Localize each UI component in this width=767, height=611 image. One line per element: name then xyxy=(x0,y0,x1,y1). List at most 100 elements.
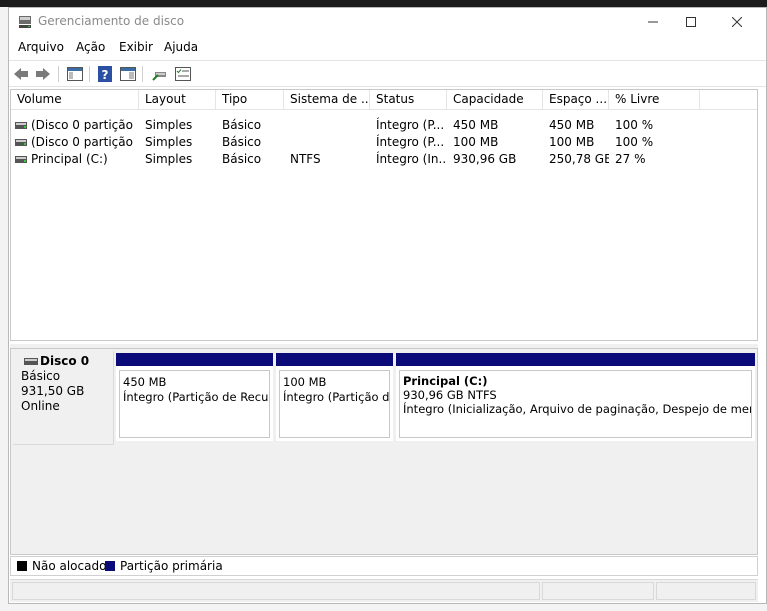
column-status[interactable]: Status xyxy=(370,90,447,109)
cell-capacidade: 450 MB xyxy=(453,118,499,132)
legend-label-unallocated: Não alocado xyxy=(32,559,107,573)
partition-size: 930,96 GB NTFS xyxy=(403,388,497,402)
cell-layout: Simples xyxy=(145,135,193,149)
disk-graphical-view: Disco 0 Básico 931,50 GB Online 450 MB Í… xyxy=(10,348,758,555)
volume-drive-icon xyxy=(15,156,27,163)
volume-row[interactable]: (Disco 0 partição 2) Simples Básico Ínte… xyxy=(11,134,757,151)
volume-row[interactable]: Principal (C:) Simples Básico NTFS Ínteg… xyxy=(11,151,757,168)
menu-acao[interactable]: Ação xyxy=(76,40,105,54)
cell-status: Íntegro (P... xyxy=(376,118,445,132)
cell-livre: 100 % xyxy=(615,135,654,149)
desktop-top-strip xyxy=(0,0,767,7)
properties-view-icon xyxy=(120,67,136,81)
status-bar-pane xyxy=(656,582,756,600)
properties-view-button[interactable] xyxy=(119,65,137,83)
toolbar-separator xyxy=(58,66,59,82)
menu-exibir[interactable]: Exibir xyxy=(119,40,153,54)
column-layout[interactable]: Layout xyxy=(139,90,216,109)
cell-espaco: 250,78 GB xyxy=(549,152,609,166)
disk-management-app-icon xyxy=(19,16,31,28)
console-tree-icon xyxy=(67,67,83,81)
legend-label-primary: Partição primária xyxy=(120,559,223,573)
back-button[interactable] xyxy=(12,65,30,83)
volume-list-header: Volume Layout Tipo Sistema de ... Status… xyxy=(11,90,757,110)
cell-volume: (Disco 0 partição 2) xyxy=(31,135,137,149)
partition-size: 450 MB xyxy=(123,375,167,389)
legend: Não alocado Partição primária xyxy=(10,556,758,576)
checklist-button[interactable] xyxy=(174,65,192,83)
disk-state: Online xyxy=(21,399,60,413)
forward-arrow-icon xyxy=(36,68,50,80)
primary-partition-bar xyxy=(396,353,755,366)
legend-swatch-primary xyxy=(105,561,115,571)
disk-management-window: Gerenciamento de disco Arquivo Ação Exib… xyxy=(8,7,767,604)
partition-recovery[interactable]: 450 MB Íntegro (Partição de Recuperação) xyxy=(116,353,273,441)
title-bar[interactable]: Gerenciamento de disco xyxy=(9,8,766,36)
volume-list[interactable]: Volume Layout Tipo Sistema de ... Status… xyxy=(10,89,758,341)
cell-layout: Simples xyxy=(145,118,193,132)
volume-row[interactable]: (Disco 0 partição 1) Simples Básico Ínte… xyxy=(11,117,757,134)
forward-button[interactable] xyxy=(34,65,52,83)
connect-disk-button[interactable] xyxy=(151,65,169,83)
column-capacidade[interactable]: Capacidade xyxy=(447,90,543,109)
svg-text:?: ? xyxy=(102,68,109,82)
partition-efi[interactable]: 100 MB Íntegro (Partição de Sistema EFI) xyxy=(276,353,393,441)
menu-ajuda[interactable]: Ajuda xyxy=(164,40,198,54)
volume-drive-icon xyxy=(15,122,27,129)
cell-capacidade: 100 MB xyxy=(453,135,499,149)
cell-tipo: Básico xyxy=(222,152,262,166)
partition-size: 100 MB xyxy=(283,375,327,389)
disk-connect-icon xyxy=(152,72,166,81)
console-tree-button[interactable] xyxy=(66,65,84,83)
cell-tipo: Básico xyxy=(222,135,262,149)
desktop-left-strip xyxy=(0,7,8,605)
disk-drive-icon xyxy=(24,358,38,365)
column-espaco-livre[interactable]: Espaço ... xyxy=(543,90,609,109)
maximize-button[interactable] xyxy=(668,8,714,36)
cell-espaco: 100 MB xyxy=(549,135,595,149)
column-sistema-arquivos[interactable]: Sistema de ... xyxy=(284,90,370,109)
primary-partition-bar xyxy=(276,353,393,366)
cell-status: Íntegro (P... xyxy=(376,135,445,149)
column-tipo[interactable]: Tipo xyxy=(216,90,284,109)
partition-principal[interactable]: Principal (C:) 930,96 GB NTFS Íntegro (I… xyxy=(396,353,755,441)
toolbar-separator xyxy=(142,66,143,82)
partition-status: Íntegro (Partição de Sistema EFI) xyxy=(283,390,390,404)
disk-size: 931,50 GB xyxy=(21,384,85,398)
partition-body: Principal (C:) 930,96 GB NTFS Íntegro (I… xyxy=(399,370,752,438)
menu-bar: Arquivo Ação Exibir Ajuda xyxy=(9,37,766,59)
cell-livre: 100 % xyxy=(615,118,654,132)
partition-body: 450 MB Íntegro (Partição de Recuperação) xyxy=(119,370,270,438)
menu-arquivo[interactable]: Arquivo xyxy=(18,40,64,54)
maximize-icon xyxy=(686,17,696,27)
volume-drive-icon xyxy=(15,139,27,146)
disk-type: Básico xyxy=(21,369,61,383)
column-percent-livre[interactable]: % Livre xyxy=(609,90,700,109)
close-icon xyxy=(732,17,742,27)
cell-espaco: 450 MB xyxy=(549,118,595,132)
help-icon: ? xyxy=(98,66,112,82)
status-bar-pane xyxy=(12,582,540,600)
status-bar xyxy=(10,579,758,602)
status-bar-pane xyxy=(542,582,654,600)
cell-sistema xyxy=(290,117,368,134)
help-button[interactable]: ? xyxy=(96,65,114,83)
back-arrow-icon xyxy=(14,68,28,80)
minimize-icon xyxy=(648,21,658,23)
cell-tipo: Básico xyxy=(222,118,262,132)
checklist-icon xyxy=(175,67,191,81)
cell-sistema: NTFS xyxy=(290,152,321,166)
cell-volume: (Disco 0 partição 1) xyxy=(31,118,137,132)
partition-status: Íntegro (Partição de Recuperação) xyxy=(123,390,269,404)
cell-capacidade: 930,96 GB xyxy=(453,152,517,166)
cell-sistema xyxy=(290,134,368,151)
close-button[interactable] xyxy=(714,8,760,36)
window-title: Gerenciamento de disco xyxy=(38,14,185,28)
partition-title: Principal (C:) xyxy=(403,374,488,388)
partition-body: 100 MB Íntegro (Partição de Sistema EFI) xyxy=(279,370,390,438)
primary-partition-bar xyxy=(116,353,273,366)
cell-volume: Principal (C:) xyxy=(31,152,108,166)
cell-layout: Simples xyxy=(145,152,193,166)
column-volume[interactable]: Volume xyxy=(11,90,139,109)
disk-0-label[interactable]: Disco 0 Básico 931,50 GB Online xyxy=(13,351,114,445)
